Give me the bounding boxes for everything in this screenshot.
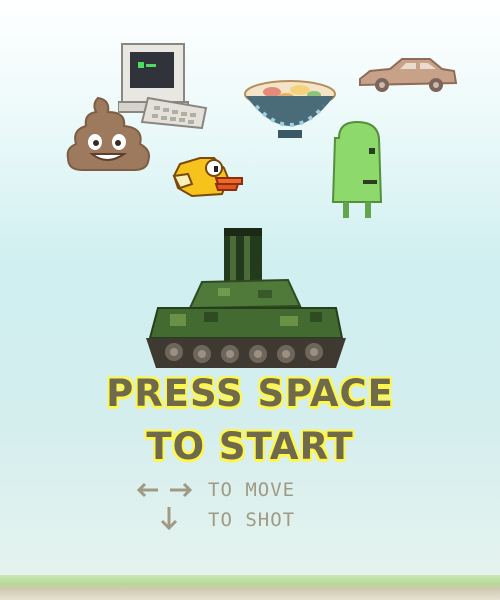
tank-icon [146,228,346,368]
down-arrow-icon [160,507,178,531]
green-pickle-icon [331,120,383,218]
move-hint-label: TO MOVE [208,479,296,501]
car-icon [359,58,458,92]
poop-emoji-icon [66,96,150,171]
left-right-arrows-icon [136,482,193,498]
title-line-2: TO START [146,425,354,468]
ramen-bowl-icon [244,80,336,138]
flappy-bird-icon [172,157,243,198]
ground-strip [0,575,500,600]
title-line-1: PRESS SPACE [106,372,394,415]
shot-hint-label: TO SHOT [208,509,296,531]
